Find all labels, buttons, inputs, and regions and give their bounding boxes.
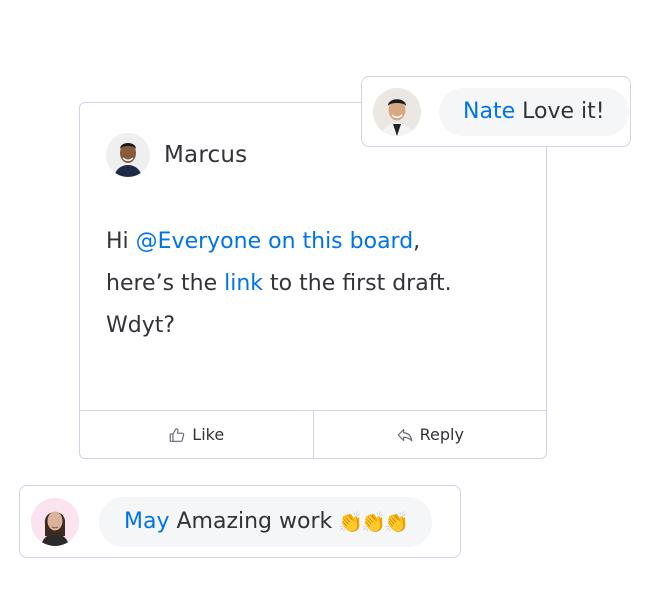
post-card: Marcus Hi @Everyone on this board, here’… bbox=[79, 102, 547, 459]
mention-everyone[interactable]: @Everyone on this board bbox=[136, 229, 414, 254]
post-line-2: here’s the link to the first draft. bbox=[106, 263, 526, 305]
avatar-may[interactable] bbox=[31, 497, 79, 546]
avatar-marcus[interactable] bbox=[106, 133, 150, 177]
reply-button[interactable]: Reply bbox=[312, 411, 547, 458]
clapping-hands-icon: 👏👏👏 bbox=[338, 509, 409, 534]
reply-card-may: May Amazing work 👏👏👏 bbox=[19, 485, 461, 558]
person-avatar-icon bbox=[373, 87, 421, 136]
post-header: Marcus bbox=[106, 133, 247, 177]
post-body: Hi @Everyone on this board, here’s the l… bbox=[106, 221, 526, 347]
reply-author-name[interactable]: May bbox=[124, 509, 169, 534]
post-text: , bbox=[413, 229, 421, 254]
like-button[interactable]: Like bbox=[80, 411, 313, 458]
reply-arrow-icon bbox=[397, 428, 412, 441]
reply-text: Love it! bbox=[522, 99, 605, 124]
reply-bubble: Nate Love it! bbox=[439, 87, 629, 136]
post-text: Hi bbox=[106, 229, 136, 254]
like-label: Like bbox=[192, 425, 225, 444]
avatar-nate[interactable] bbox=[373, 87, 421, 136]
thumbs-up-icon bbox=[169, 427, 185, 442]
reply-text: Amazing work bbox=[176, 509, 333, 534]
reply-card-nate: Nate Love it! bbox=[361, 76, 631, 147]
reply-author-name[interactable]: Nate bbox=[463, 99, 515, 124]
post-line-1: Hi @Everyone on this board, bbox=[106, 221, 526, 263]
person-avatar-icon bbox=[31, 497, 79, 546]
person-avatar-icon bbox=[106, 133, 150, 177]
post-actions: Like Reply bbox=[80, 410, 546, 458]
post-text: to the first draft. bbox=[263, 271, 452, 296]
draft-link[interactable]: link bbox=[224, 271, 263, 296]
author-name: Marcus bbox=[164, 142, 248, 168]
reply-bubble: May Amazing work 👏👏👏 bbox=[99, 496, 432, 547]
reply-label: Reply bbox=[419, 425, 464, 444]
post-text: here’s the bbox=[106, 271, 225, 296]
post-line-3: Wdyt? bbox=[106, 313, 176, 338]
